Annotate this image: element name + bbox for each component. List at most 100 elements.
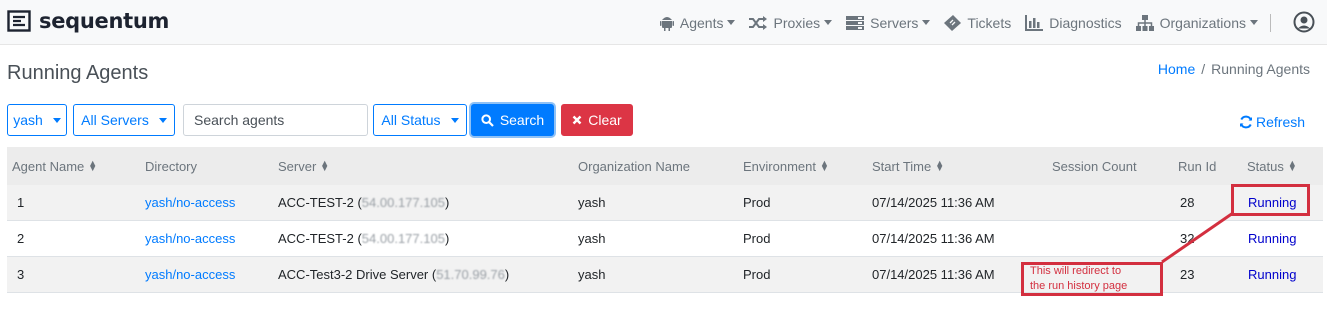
start-time-cell: 07/14/2025 11:36 AM [872,267,995,282]
nav-organizations-label: Organizations [1159,14,1246,31]
shuffle-icon [749,15,768,30]
column-header-directory: Directory [145,147,197,185]
server-name: ACC-Test3-2 Drive Server ( [278,267,437,282]
clear-button[interactable]: Clear [561,104,633,136]
organization-select-value: yash [13,112,43,128]
search-button[interactable]: Search [471,104,554,136]
run-id-cell: 32 [1180,231,1195,246]
table-header-row: Agent Name ▲ ▼ Directory Server ▲ ▼ Organiza… [7,147,1323,185]
start-time-cell: 07/14/2025 11:36 AM [872,231,995,246]
column-header-label: Environment [743,158,816,174]
sort-icon: ▲ ▼ [819,158,829,173]
brand-logo[interactable]: sequentum [7,9,169,33]
agent-name-cell: 2 [17,231,25,246]
chevron-down-icon [450,117,459,123]
sort-icon: ▲ ▼ [88,158,98,173]
server-ip: 54.00.177.105 [361,195,445,210]
chevron-down-icon [824,20,833,25]
organization-cell: yash [578,267,606,282]
run-id-cell: 28 [1180,195,1195,210]
column-header-server[interactable]: Server ▲ ▼ [278,147,329,185]
organization-select[interactable]: yash [7,104,67,136]
sitemap-icon [1135,14,1154,31]
column-header-start-time[interactable]: Start Time ▲ ▼ [872,147,944,185]
user-menu-button[interactable] [1293,11,1315,38]
server-select-value: All Servers [81,112,149,128]
start-time-cell: 07/14/2025 11:36 AM [872,195,995,210]
server-select[interactable]: All Servers [73,104,175,136]
directory-link[interactable]: yash/no-access [145,257,235,292]
nav-divider [1270,13,1271,32]
directory-link[interactable]: yash/no-access [145,221,235,256]
nav-proxies[interactable]: Proxies [749,14,833,31]
environment-cell: Prod [743,231,771,246]
chevron-down-icon [727,20,736,25]
sort-icon: ▲ ▼ [935,158,945,173]
server-paren: ) [504,267,510,282]
agent-name-cell: 1 [17,195,25,210]
column-header-label: Agent Name [12,158,85,174]
refresh-label: Refresh [1256,114,1306,130]
server-ip: 51.70.99.76 [436,267,505,282]
clear-button-label: Clear [588,112,622,128]
status-select[interactable]: All Status [373,104,467,136]
column-header-run-id: Run Id [1178,147,1216,185]
column-header-agent-name[interactable]: Agent Name ▲ ▼ [12,147,97,185]
server-name: ACC-TEST-2 ( [278,231,362,246]
brand-name: sequentum [39,9,170,33]
run-id-cell: 23 [1180,267,1195,282]
server-name: ACC-TEST-2 ( [278,195,362,210]
nav-tickets-label: Tickets [967,14,1012,31]
breadcrumb-home-link[interactable]: Home [1158,61,1195,77]
status-link[interactable]: Running [1248,221,1296,256]
nav-organizations[interactable]: Organizations [1135,14,1258,31]
android-icon [659,16,674,31]
column-header-organization-name: Organization Name [578,147,690,185]
breadcrumb-separator: / [1201,61,1206,77]
server-paren: ) [444,195,450,210]
chevron-down-icon [52,117,61,123]
breadcrumb: Home / Running Agents [1158,61,1310,77]
nav-tickets[interactable]: Tickets [944,14,1012,31]
sort-icon: ▲ ▼ [320,158,330,173]
organization-cell: yash [578,231,606,246]
server-ip: 54.00.177.105 [361,231,445,246]
server-icon [846,15,865,30]
refresh-button[interactable]: Refresh [1239,114,1305,130]
nav-diagnostics[interactable]: Diagnostics [1025,14,1122,31]
annotation-text-line-1: This will redirect to [1030,265,1122,277]
organization-cell: yash [578,195,606,210]
server-cell: ACC-TEST-2 (54.00.177.105) [278,185,449,220]
breadcrumb-current: Running Agents [1211,61,1310,77]
table-row: 1 yash/no-access ACC-TEST-2 (54.00.177.1… [7,185,1323,221]
ticket-icon [944,14,962,31]
chevron-down-icon [158,117,167,123]
table-row: 2 yash/no-access ACC-TEST-2 (54.00.177.1… [7,221,1323,257]
agent-name-cell: 3 [17,267,25,282]
column-header-label: Start Time [872,158,932,174]
nav-agents[interactable]: Agents [659,15,736,31]
chevron-down-icon [922,20,931,25]
status-link[interactable]: Running [1248,257,1296,292]
bar-chart-icon [1025,14,1044,31]
refresh-icon [1240,115,1252,129]
top-navbar: sequentum Agents Proxies Servers Tickets… [0,0,1327,45]
nav-proxies-label: Proxies [773,14,821,31]
column-header-environment[interactable]: Environment ▲ ▼ [743,147,829,185]
column-header-label: Session Count [1052,158,1137,174]
user-circle-icon [1293,11,1315,33]
annotation-text-line-2: the run history page [1030,280,1128,292]
search-input[interactable] [183,104,368,136]
chevron-down-icon [1250,20,1258,25]
column-header-label: Run Id [1178,158,1217,174]
close-icon [572,115,582,125]
environment-cell: Prod [743,267,771,282]
nav-servers[interactable]: Servers [846,15,931,31]
directory-link[interactable]: yash/no-access [145,185,235,220]
server-cell: ACC-TEST-2 (54.00.177.105) [278,221,449,256]
column-header-status[interactable]: Status ▲ ▼ [1247,147,1297,185]
server-paren: ) [444,231,450,246]
column-header-label: Organization Name [578,158,690,174]
column-header-label: Directory [145,158,198,174]
environment-cell: Prod [743,195,771,210]
